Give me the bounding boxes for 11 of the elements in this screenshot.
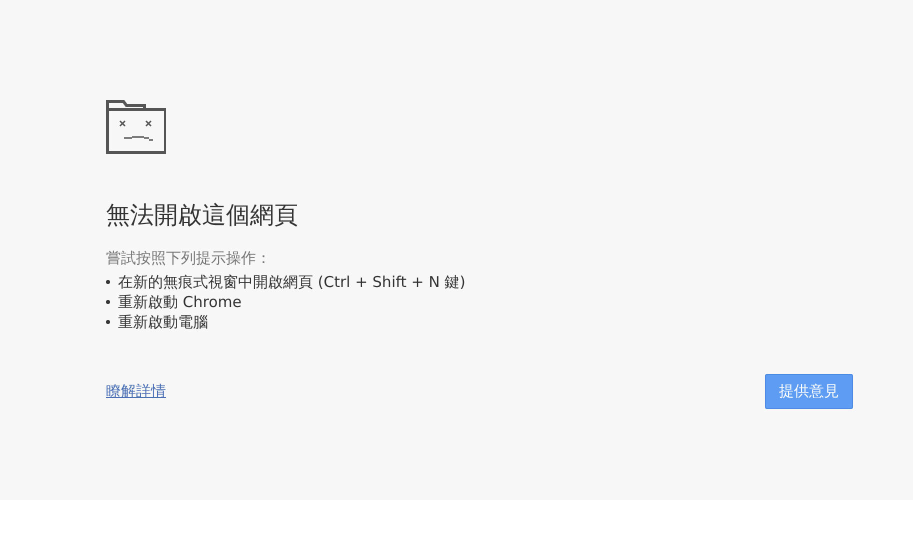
suggestion-text: 在新的無痕式視窗中開啟網頁 (Ctrl + Shift + N 鍵) (118, 272, 466, 292)
bullet-icon (106, 280, 110, 284)
bullet-icon (106, 300, 110, 304)
sad-page-icon (106, 100, 166, 154)
bullet-icon (106, 320, 110, 324)
suggestion-text: 重新啟動 Chrome (118, 292, 242, 312)
suggestions-heading: 嘗試按照下列提示操作： (106, 248, 272, 268)
details-link[interactable]: 瞭解詳情 (106, 382, 166, 401)
feedback-button[interactable]: 提供意見 (765, 374, 853, 409)
suggestion-text: 重新啟動電腦 (118, 312, 208, 332)
page-title: 無法開啟這個網頁 (106, 200, 299, 230)
